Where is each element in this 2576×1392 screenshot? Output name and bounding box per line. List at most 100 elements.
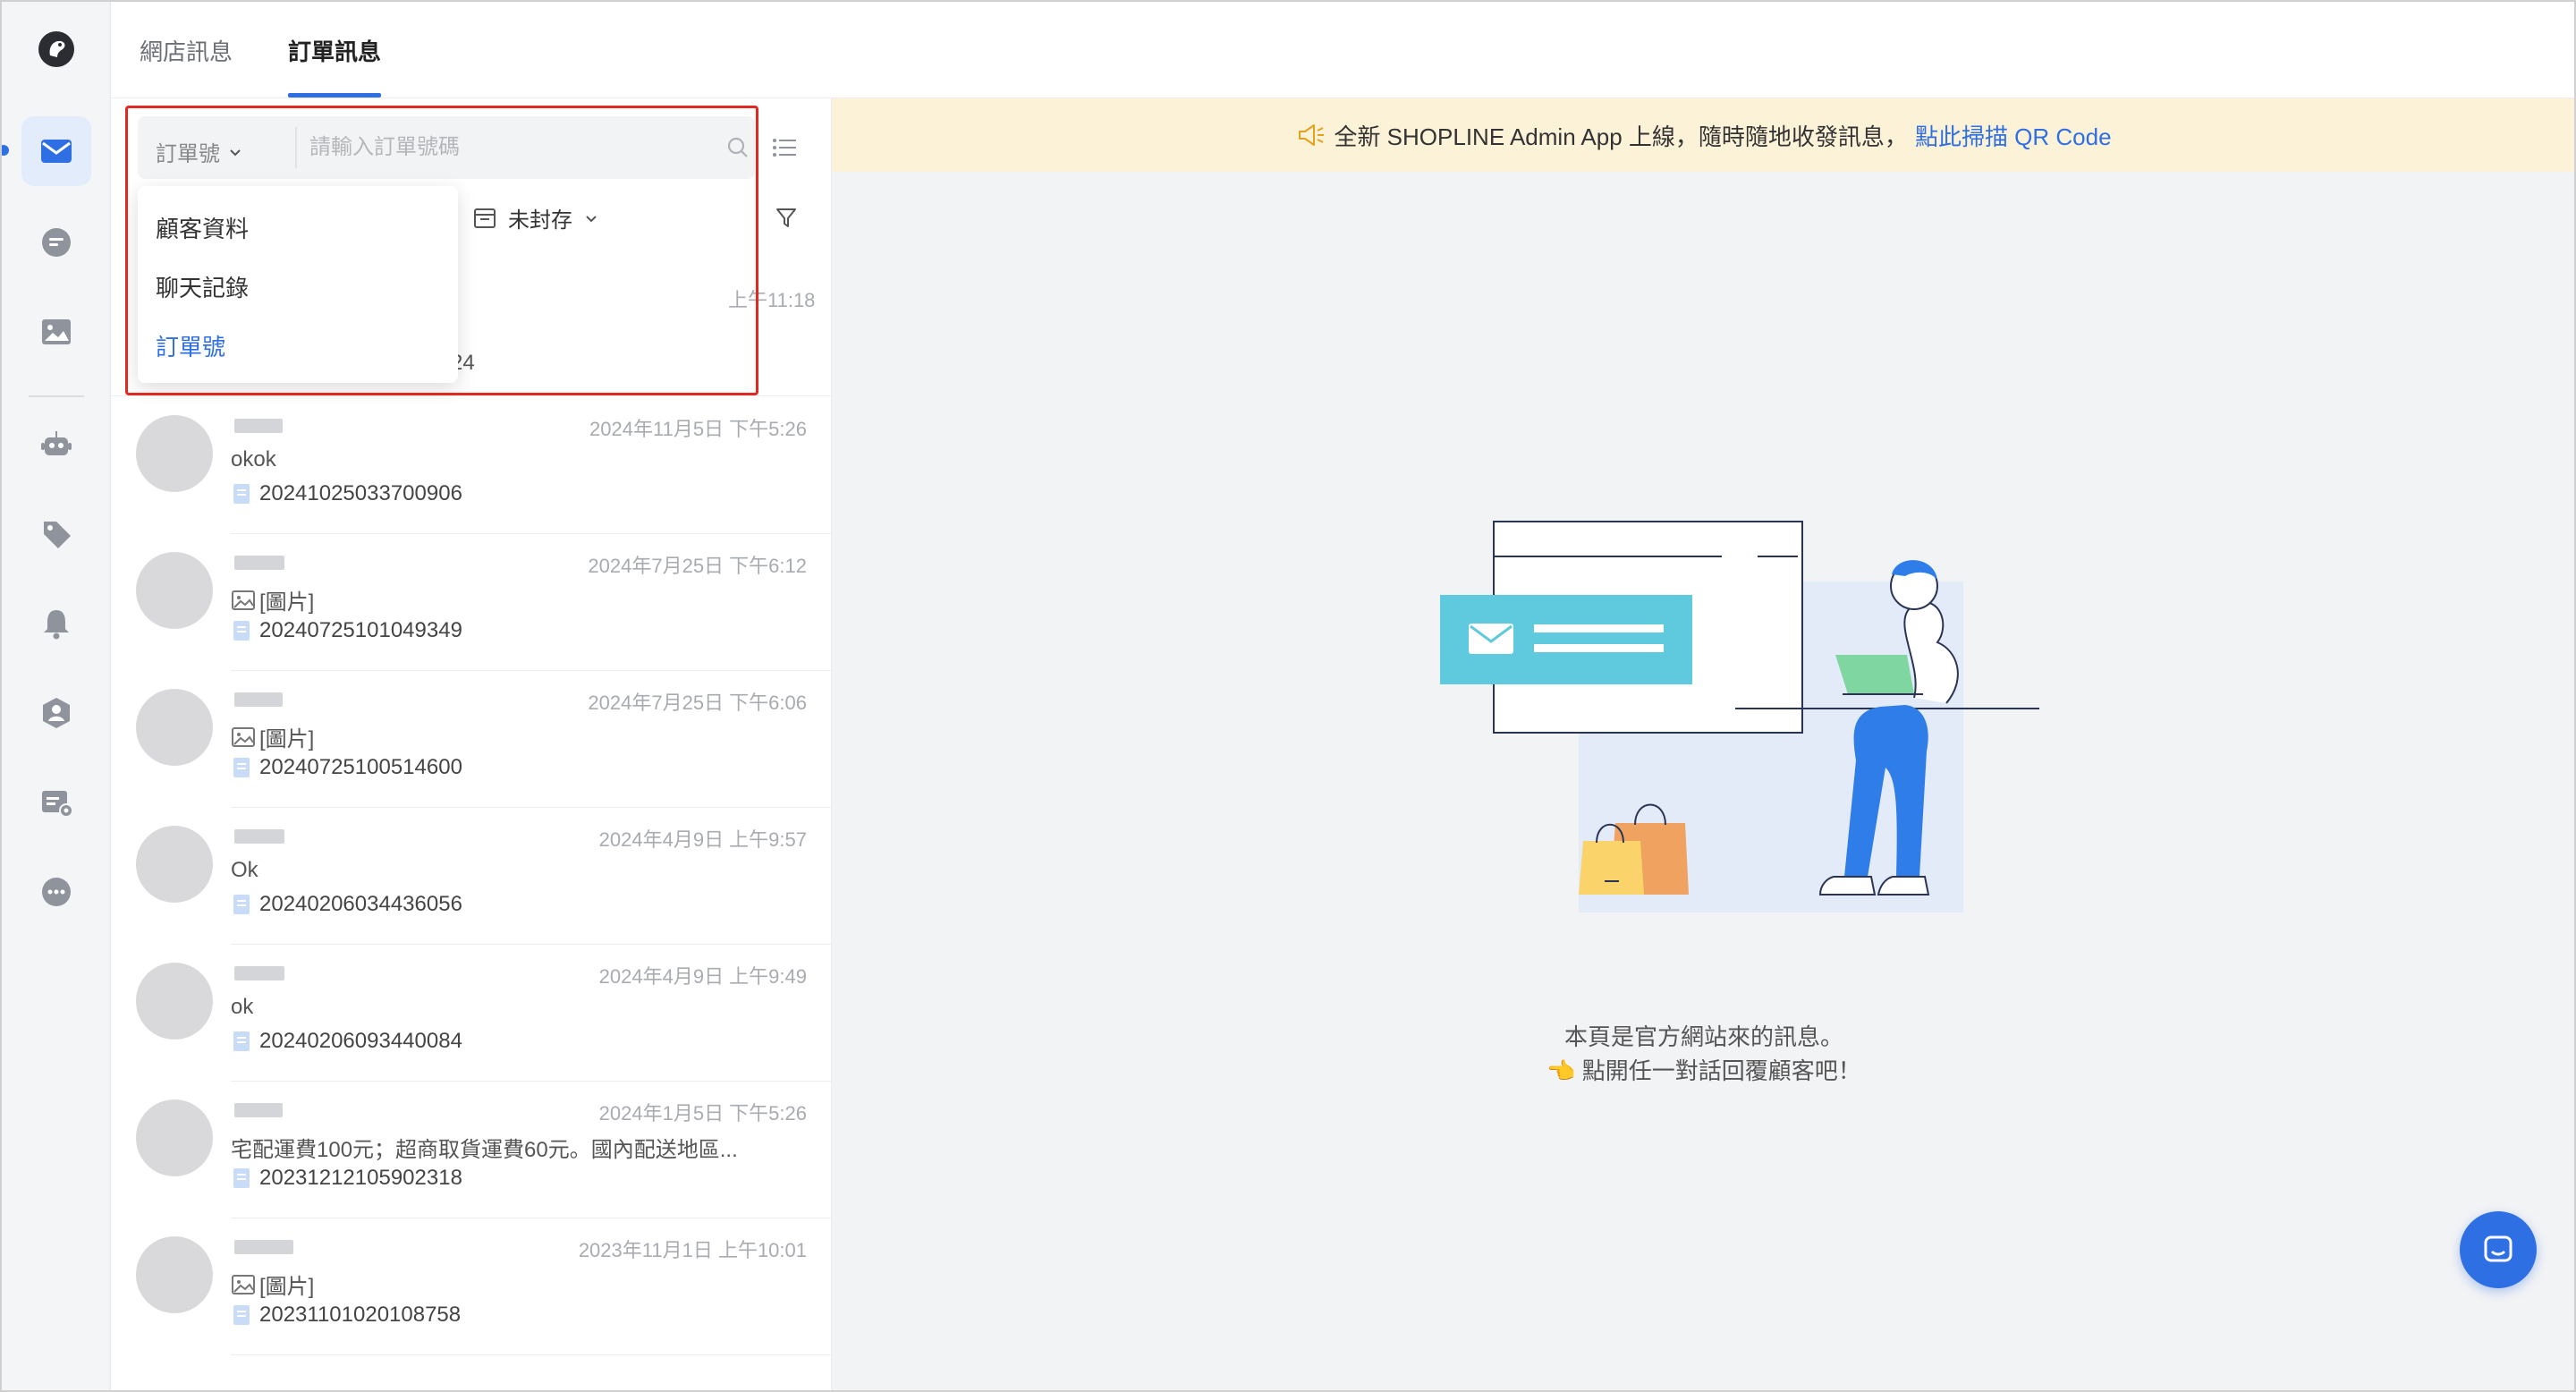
last-message-text: [圖片] [259,590,315,615]
last-message: [圖片] [231,584,314,615]
mail-icon [41,140,72,163]
avatar [136,415,213,492]
order-info: 20231212105902318 [233,1166,462,1191]
order-info: 20240725101049349 [233,618,462,643]
last-message-text: 宅配運費100元；超商取貨運費60元。國內配送地區... [231,1138,738,1162]
chat-bubble-icon [2484,1235,2512,1262]
sidebar-item-media[interactable] [21,297,91,367]
last-message-text: [圖片] [259,727,315,751]
order-number: 20240725100514600 [259,755,462,779]
megaphone-icon [1299,124,1325,146]
order-info: 20241025033700906 [233,481,462,506]
customer-name-redacted [234,1103,283,1117]
avatar [136,826,213,903]
order-info: 20240206093440084 [233,1029,462,1054]
conversation-time: 2023年11月1日 上午10:01 [578,1239,807,1261]
order-number: 20231212105902318 [259,1166,462,1190]
active-indicator [2,145,9,156]
last-message: [圖片] [231,721,314,752]
order-info: 20240206034436056 [233,892,462,917]
sidebar-divider [29,395,84,397]
list-divider [111,395,831,396]
avatar [136,1099,213,1176]
last-message: Ok [231,858,258,883]
order-info: 20240725100514600 [233,755,462,780]
sidebar-item-tags[interactable] [21,499,91,569]
avatar [136,963,213,1040]
last-message-text: ok [231,995,254,1019]
active-tab-underline [288,93,381,98]
order-number: 20240206034436056 [259,892,462,916]
order-number: 20241025033700906 [259,481,462,505]
last-message: 宅配運費100元；超商取貨運費60元。國內配送地區... [231,1132,738,1163]
sidebar-item-messages[interactable] [21,116,91,186]
image-message-icon [232,590,255,610]
customer-name-redacted [234,1240,293,1254]
sidebar-item-message-settings[interactable] [21,768,91,837]
conversation-row[interactable]: 2024年7月25日 下午6:06 [圖片] 20240725100514600 [111,671,831,808]
list-view-icon[interactable] [769,132,800,163]
annotation-highlight-box [125,106,758,395]
conversation-time: 2024年4月9日 上午9:49 [598,965,807,988]
logo-icon[interactable] [36,29,77,70]
image-message-icon [232,1274,255,1294]
order-document-icon [233,895,250,914]
sidebar-item-customers[interactable] [21,678,91,748]
order-info: 20231101020108758 [233,1303,461,1328]
order-document-icon [233,758,250,777]
tab-store-messages[interactable]: 網店訊息 [140,34,233,67]
avatar [136,1236,213,1313]
conversation-row[interactable]: 2024年1月5日 下午5:26 宅配運費100元；超商取貨運費60元。國內配送地… [111,1082,831,1218]
conversation-row[interactable]: 2024年4月9日 上午9:49 ok 20240206093440084 [111,945,831,1082]
avatar [136,689,213,766]
order-document-icon [233,1031,250,1051]
customer-name-redacted [234,556,284,570]
conversation-row[interactable]: 2024年4月9日 上午9:57 Ok 20240206034436056 [111,808,831,945]
order-number: 20240206093440084 [259,1029,462,1053]
order-number: 20231101020108758 [259,1303,462,1327]
banner-text: 全新 SHOPLINE Admin App 上線，隨時隨地收發訊息， [1334,123,1908,150]
chat-support-button[interactable] [2460,1211,2537,1288]
order-number: 20240725101049349 [259,618,462,642]
conversation-time: 2024年4月9日 上午9:57 [598,828,807,851]
message-settings-icon [42,791,73,818]
main-content: 全新 SHOPLINE Admin App 上線，隨時隨地收發訊息， 點此掃描 … [832,98,2574,1390]
tab-order-messages[interactable]: 訂單訊息 [288,34,381,67]
filter-icon[interactable] [773,204,800,231]
icon-sidebar [2,2,111,1390]
list-divider [231,1354,831,1355]
customer-name-redacted [234,966,284,980]
conversation-time: 2024年1月5日 下午5:26 [598,1102,807,1125]
banner-qr-link[interactable]: 點此掃描 QR Code [1915,119,2112,152]
conversation-time: 2024年7月25日 下午6:06 [588,692,807,714]
sidebar-item-more[interactable] [21,857,91,927]
header: 網店訊息 訂單訊息 [111,2,2574,98]
sidebar-item-bot[interactable] [21,410,91,480]
last-message-text: okok [231,447,276,471]
customer-name-redacted [234,829,284,844]
sidebar-item-chat[interactable] [21,208,91,277]
announcement-banner: 全新 SHOPLINE Admin App 上線，隨時隨地收發訊息， 點此掃描 … [832,98,2574,172]
image-message-icon [232,726,255,747]
customer-name-redacted [234,419,283,433]
empty-state-text: 本頁是官方網站來的訊息。 👈 點開任一對話回覆顧客吧！ [832,1020,2574,1088]
last-message: okok [231,447,276,472]
avatar [136,552,213,629]
customer-name-redacted [234,692,283,707]
conversation-time: 2024年11月5日 下午5:26 [589,418,807,440]
conversation-row[interactable]: 2023年11月1日 上午10:01 [圖片] 20231101020108758 [111,1218,831,1355]
conversation-time: 2024年7月25日 下午6:12 [588,555,807,577]
conversation-row[interactable]: 2024年7月25日 下午6:12 [圖片] 20240725101049349 [111,534,831,671]
conversation-row[interactable]: 2024年11月5日 下午5:26 okok 20241025033700906 [111,397,831,534]
last-message-text: [圖片] [259,1275,315,1299]
user-badge-icon [43,698,70,728]
sidebar-item-notifications[interactable] [21,589,91,658]
last-message: ok [231,995,253,1020]
app-window: 網店訊息 訂單訊息 訂單號 未封存 上午11:18 24 2024年11月5日 … [0,0,2576,1392]
more-icon [42,878,71,906]
empty-state-line1: 本頁是官方網站來的訊息。 [1563,1023,1843,1050]
bell-icon [44,610,69,640]
empty-state-line2: 👈 點開任一對話回覆顧客吧！ [1546,1057,1861,1084]
order-document-icon [233,1305,250,1325]
robot-icon [41,431,72,455]
